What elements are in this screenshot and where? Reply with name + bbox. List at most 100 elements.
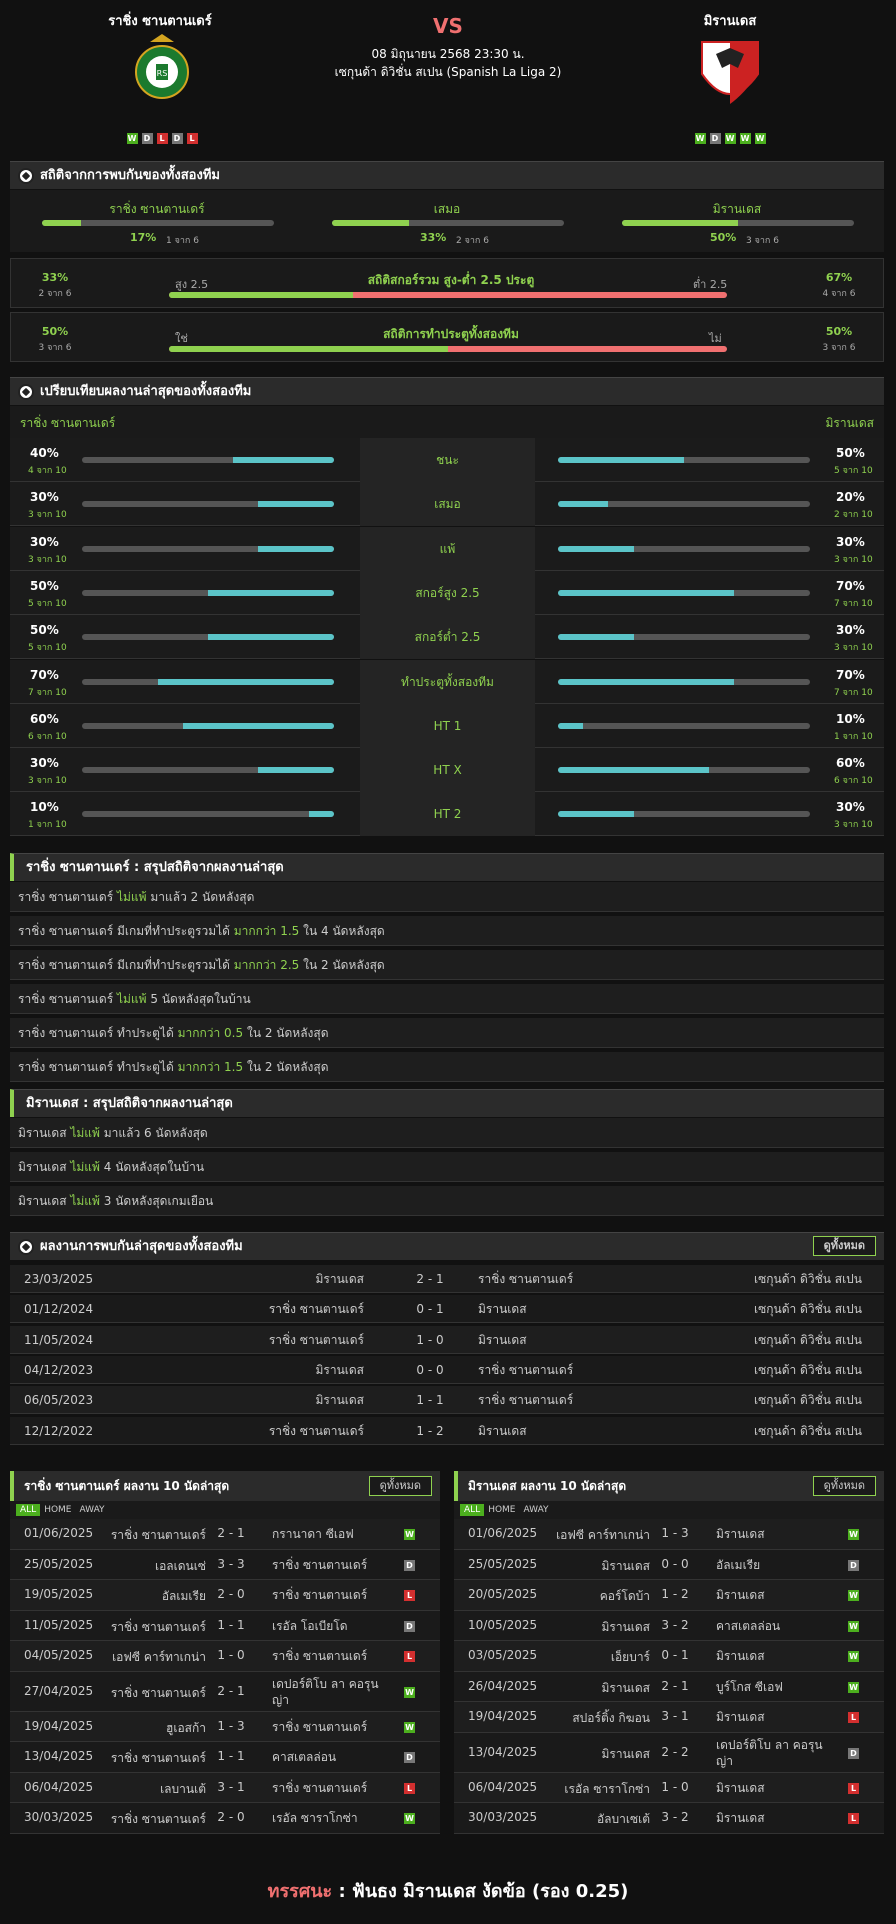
last10-away-team[interactable]: เรอัล ซาราโกซ่า: [272, 1810, 392, 1826]
h2h-home-team[interactable]: มิรานเดส: [315, 1356, 364, 1384]
last10-away-team[interactable]: เดปอร์ติโบ ลา คอรุนญ่า: [716, 1737, 836, 1769]
h2h-away-team[interactable]: ราชิ่ง ซานตานเดร์: [478, 1356, 573, 1384]
h2h-away-team[interactable]: มิรานเดส: [478, 1295, 527, 1323]
last10-row[interactable]: 19/05/2025 อัลเมเรีย 2 - 0 ราชิ่ง ซานตานเดร…: [10, 1580, 440, 1611]
tab-home[interactable]: HOME: [484, 1504, 519, 1516]
last10-away-team[interactable]: มิรานเดส: [716, 1810, 836, 1826]
last10-away-team[interactable]: ราชิ่ง ซานตานเดร์: [272, 1587, 392, 1603]
last10-row[interactable]: 13/04/2025 ราชิ่ง ซานตานเดร์ 1 - 1 คาสเตลล่…: [10, 1742, 440, 1773]
last10-home-team[interactable]: มิรานเดส: [601, 1557, 650, 1576]
home-last10-view-all-button[interactable]: ดูทั้งหมด: [368, 1476, 432, 1496]
last10-home-team[interactable]: มิรานเดส: [601, 1745, 650, 1764]
last10-away-team[interactable]: มิรานเดส: [716, 1587, 836, 1603]
last10-home-team[interactable]: เอลเดนเซ่: [155, 1557, 206, 1576]
h2h-league[interactable]: เซกุนด้า ดิวิชั่น สเปน: [754, 1417, 862, 1445]
last10-home-team[interactable]: มิรานเดส: [601, 1618, 650, 1637]
last10-row[interactable]: 01/06/2025 ราชิ่ง ซานตานเดร์ 2 - 1 กรานาดา …: [10, 1519, 440, 1550]
last10-row[interactable]: 27/04/2025 ราชิ่ง ซานตานเดร์ 2 - 1 เดปอร์ติ…: [10, 1671, 440, 1712]
last10-away-team[interactable]: มิรานเดส: [716, 1648, 836, 1664]
last10-home-team[interactable]: ราชิ่ง ซานตานเดร์: [111, 1810, 206, 1829]
h2h-match-row[interactable]: 12/12/2022 ราชิ่ง ซานตานเดร์ 1 - 2 มิรานเดส…: [10, 1416, 884, 1445]
h2h-home-team[interactable]: มิรานเดส: [315, 1386, 364, 1414]
last10-away-team[interactable]: มิรานเดส: [716, 1526, 836, 1542]
last10-away-team[interactable]: เรอัล โอเบียโด: [272, 1618, 392, 1634]
last10-away-team[interactable]: บูร์โกส ซีเอฟ: [716, 1679, 836, 1695]
h2h-away-team[interactable]: มิรานเดส: [478, 1417, 527, 1445]
last10-row[interactable]: 26/04/2025 มิรานเดส 2 - 1 บูร์โกส ซีเอฟ W: [454, 1671, 884, 1702]
last10-row[interactable]: 11/05/2025 ราชิ่ง ซานตานเดร์ 1 - 1 เรอัล โอ…: [10, 1610, 440, 1641]
last10-row[interactable]: 20/05/2025 คอร์โดบ้า 1 - 2 มิรานเดส W: [454, 1580, 884, 1611]
last10-row[interactable]: 04/05/2025 เอฟซี คาร์ทาเกน่า 1 - 0 ราชิ่ง ซ…: [10, 1641, 440, 1672]
last10-row[interactable]: 03/05/2025 เอ็ยบาร์ 0 - 1 มิรานเดส W: [454, 1641, 884, 1672]
tab-home[interactable]: HOME: [40, 1504, 75, 1516]
last10-row[interactable]: 13/04/2025 มิรานเดส 2 - 2 เดปอร์ติโบ ลา คอร…: [454, 1732, 884, 1773]
away-team-name[interactable]: มิรานเดส: [630, 10, 830, 31]
last10-row[interactable]: 10/05/2025 มิรานเดส 3 - 2 คาสเตลล่อน W: [454, 1610, 884, 1641]
last10-row[interactable]: 01/06/2025 เอฟซี คาร์ทาเกน่า 1 - 3 มิรานเดส…: [454, 1519, 884, 1550]
last10-away-team[interactable]: ราชิ่ง ซานตานเดร์: [272, 1719, 392, 1735]
h2h-match-row[interactable]: 04/12/2023 มิรานเดส 0 - 0 ราชิ่ง ซานตานเดร์…: [10, 1355, 884, 1384]
last10-away-team[interactable]: ราชิ่ง ซานตานเดร์: [272, 1557, 392, 1573]
last10-home-team[interactable]: สปอร์ติ้ง กิฆอน: [572, 1709, 650, 1728]
last10-home-team[interactable]: อัลบาเซเต้: [597, 1810, 650, 1829]
h2h-view-all-button[interactable]: ดูทั้งหมด: [812, 1236, 876, 1256]
home-team-name[interactable]: ราชิ่ง ซานตานเดร์: [60, 10, 260, 31]
tab-all[interactable]: ALL: [460, 1504, 485, 1516]
h2h-match-row[interactable]: 23/03/2025 มิรานเดส 2 - 1 ราชิ่ง ซานตานเดร์…: [10, 1265, 884, 1293]
last10-row[interactable]: 25/05/2025 เอลเดนเซ่ 3 - 3 ราชิ่ง ซานตานเดร…: [10, 1549, 440, 1580]
league-name[interactable]: เซกุนด้า ดิวิชั่น สเปน (Spanish La Liga …: [300, 63, 596, 82]
last10-row[interactable]: 06/04/2025 เรอัล ซาราโกซ่า 1 - 0 มิรานเดส L: [454, 1772, 884, 1803]
h2h-league[interactable]: เซกุนด้า ดิวิชั่น สเปน: [754, 1265, 862, 1293]
h2h-away-team[interactable]: ราชิ่ง ซานตานเดร์: [478, 1386, 573, 1414]
last10-away-team[interactable]: กรานาดา ซีเอฟ: [272, 1526, 392, 1542]
last10-home-team[interactable]: เรอัล ซาราโกซ่า: [564, 1780, 650, 1799]
h2h-item-label[interactable]: เสมอ: [330, 200, 564, 219]
last10-away-team[interactable]: เดปอร์ติโบ ลา คอรุนญ่า: [272, 1676, 392, 1708]
last10-home-team[interactable]: ราชิ่ง ซานตานเดร์: [111, 1526, 206, 1545]
h2h-match-row[interactable]: 11/05/2024 ราชิ่ง ซานตานเดร์ 1 - 0 มิรานเดส…: [10, 1325, 884, 1354]
last10-row[interactable]: 25/05/2025 มิรานเดส 0 - 0 อัลเมเรีย D: [454, 1549, 884, 1580]
last10-away-team[interactable]: ราชิ่ง ซานตานเดร์: [272, 1648, 392, 1664]
h2h-home-team[interactable]: ราชิ่ง ซานตานเดร์: [269, 1295, 364, 1323]
h2h-league[interactable]: เซกุนด้า ดิวิชั่น สเปน: [754, 1356, 862, 1384]
tab-away[interactable]: AWAY: [76, 1504, 109, 1516]
last10-row[interactable]: 06/04/2025 เลบานเต้ 3 - 1 ราชิ่ง ซานตานเดร์…: [10, 1772, 440, 1803]
last10-home-team[interactable]: ราชิ่ง ซานตานเดร์: [111, 1684, 206, 1703]
h2h-league[interactable]: เซกุนด้า ดิวิชั่น สเปน: [754, 1295, 862, 1323]
last10-away-team[interactable]: ราชิ่ง ซานตานเดร์: [272, 1780, 392, 1796]
h2h-match-row[interactable]: 06/05/2023 มิรานเดส 1 - 1 ราชิ่ง ซานตานเดร์…: [10, 1386, 884, 1415]
last10-row[interactable]: 19/04/2025 สปอร์ติ้ง กิฆอน 3 - 1 มิรานเดส L: [454, 1702, 884, 1733]
last10-home-team[interactable]: คอร์โดบ้า: [600, 1587, 650, 1606]
last10-row[interactable]: 19/04/2025 ฮูเอสก้า 1 - 3 ราชิ่ง ซานตานเดร์…: [10, 1711, 440, 1742]
h2h-away-team[interactable]: มิรานเดส: [478, 1326, 527, 1354]
last10-home-team[interactable]: อัลเมเรีย: [162, 1587, 206, 1606]
last10-home-team[interactable]: มิรานเดส: [601, 1679, 650, 1698]
h2h-item-label[interactable]: ราชิ่ง ซานตานเดร์: [40, 200, 274, 219]
h2h-match-row[interactable]: 01/12/2024 ราชิ่ง ซานตานเดร์ 0 - 1 มิรานเดส…: [10, 1295, 884, 1324]
h2h-away-team[interactable]: ราชิ่ง ซานตานเดร์: [478, 1265, 573, 1293]
last10-row[interactable]: 30/03/2025 ราชิ่ง ซานตานเดร์ 2 - 0 เรอัล ซา…: [10, 1803, 440, 1834]
last10-home-team[interactable]: เอฟซี คาร์ทาเกน่า: [556, 1526, 650, 1545]
h2h-item-label[interactable]: มิรานเดส: [620, 200, 854, 219]
last10-away-team[interactable]: อัลเมเรีย: [716, 1557, 836, 1573]
home-team-logo[interactable]: RS: [130, 32, 194, 112]
h2h-home-team[interactable]: ราชิ่ง ซานตานเดร์: [269, 1326, 364, 1354]
last10-home-team[interactable]: เอฟซี คาร์ทาเกน่า: [112, 1648, 206, 1667]
tab-all[interactable]: ALL: [16, 1504, 41, 1516]
h2h-league[interactable]: เซกุนด้า ดิวิชั่น สเปน: [754, 1326, 862, 1354]
away-team-logo[interactable]: [698, 34, 762, 114]
last10-away-team[interactable]: มิรานเดส: [716, 1780, 836, 1796]
away-last10-view-all-button[interactable]: ดูทั้งหมด: [812, 1476, 876, 1496]
last10-row[interactable]: 30/03/2025 อัลบาเซเต้ 3 - 2 มิรานเดส L: [454, 1803, 884, 1834]
h2h-home-team[interactable]: มิรานเดส: [315, 1265, 364, 1293]
h2h-home-team[interactable]: ราชิ่ง ซานตานเดร์: [269, 1417, 364, 1445]
last10-away-team[interactable]: มิรานเดส: [716, 1709, 836, 1725]
last10-away-team[interactable]: คาสเตลล่อน: [716, 1618, 836, 1634]
last10-home-team[interactable]: เลบานเต้: [160, 1780, 206, 1799]
last10-home-team[interactable]: เอ็ยบาร์: [611, 1648, 650, 1667]
last10-home-team[interactable]: ราชิ่ง ซานตานเดร์: [111, 1618, 206, 1637]
last10-home-team[interactable]: ฮูเอสก้า: [166, 1719, 206, 1738]
last10-home-team[interactable]: ราชิ่ง ซานตานเดร์: [111, 1749, 206, 1768]
tab-away[interactable]: AWAY: [520, 1504, 553, 1516]
h2h-league[interactable]: เซกุนด้า ดิวิชั่น สเปน: [754, 1386, 862, 1414]
